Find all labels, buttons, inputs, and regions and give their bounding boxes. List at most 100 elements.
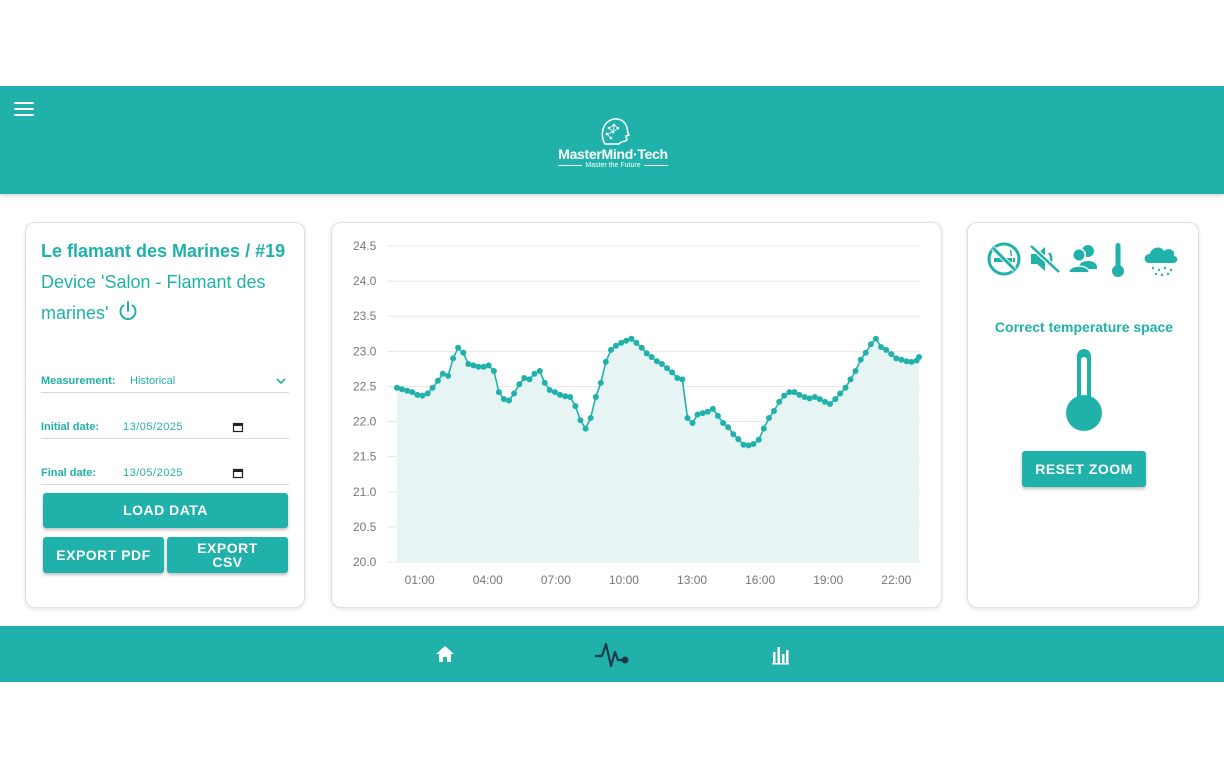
status-card: Correct temperature space RESET ZOOM [967, 222, 1199, 608]
series-area [397, 338, 919, 562]
export-csv-label-line2: CSV [212, 554, 243, 570]
bar-chart-icon[interactable] [770, 645, 790, 665]
data-point [485, 362, 492, 369]
final-date-field[interactable]: Final date: 13/05/2025 [41, 465, 289, 485]
data-point [460, 349, 467, 356]
final-date-label: Final date: [41, 467, 97, 479]
data-point [541, 379, 548, 386]
data-point [577, 417, 584, 424]
data-point [648, 354, 655, 360]
data-point [521, 375, 528, 381]
data-point [669, 369, 676, 376]
hamburger-menu-icon[interactable] [14, 102, 34, 118]
data-point [689, 420, 696, 426]
load-data-button[interactable]: LOAD DATA [43, 493, 288, 528]
data-point [439, 370, 446, 377]
data-point [709, 405, 716, 412]
data-point [852, 368, 859, 374]
data-point [500, 396, 507, 403]
initial-date-field[interactable]: Initial date: 13/05/2025 [41, 419, 289, 439]
data-point [735, 436, 742, 443]
logo-tagline: Master the Future [548, 162, 678, 169]
data-point [867, 341, 874, 348]
data-point [567, 394, 574, 400]
final-date-value: 13/05/2025 [123, 467, 184, 479]
data-point [883, 346, 890, 353]
data-point [643, 350, 650, 357]
data-point [445, 372, 452, 379]
data-point [633, 339, 640, 346]
data-point [628, 335, 635, 342]
data-point [582, 425, 589, 432]
data-point [720, 420, 727, 426]
data-point [857, 356, 864, 363]
data-point [399, 386, 405, 393]
y-tick-label: 20.5 [353, 520, 377, 534]
export-pdf-button[interactable]: EXPORT PDF [43, 537, 164, 573]
data-point [409, 389, 416, 396]
data-point [908, 358, 915, 365]
data-point [664, 365, 671, 372]
y-tick-label: 21.0 [353, 485, 377, 499]
brain-head-logo-icon [601, 118, 631, 145]
y-tick-label: 24.0 [353, 274, 377, 288]
data-point [638, 344, 645, 351]
data-point [916, 354, 922, 360]
data-point [842, 384, 849, 391]
x-tick-label: 16:00 [745, 573, 775, 587]
data-point [429, 384, 436, 391]
y-tick-label: 22.0 [353, 415, 377, 429]
data-point [526, 376, 533, 383]
x-tick-label: 13:00 [677, 573, 707, 587]
export-csv-label-line1: EXPORT [197, 540, 258, 556]
data-point [781, 392, 788, 399]
initial-date-label: Initial date: [41, 421, 100, 433]
initial-date-value: 13/05/2025 [123, 421, 184, 433]
y-tick-label: 20.0 [353, 555, 377, 569]
device-card: Le flamant des Marines / #19 Device 'Sal… [25, 222, 305, 608]
data-point [602, 358, 609, 365]
data-point [750, 441, 757, 447]
pulse-icon[interactable] [594, 638, 630, 670]
data-point [760, 425, 767, 432]
chevron-down-icon[interactable] [275, 375, 287, 387]
data-point [450, 355, 457, 362]
calendar-icon[interactable] [232, 467, 244, 479]
export-csv-button[interactable]: EXPORT CSV [167, 537, 288, 573]
people-icon [1068, 245, 1097, 273]
home-icon[interactable] [435, 644, 455, 664]
data-point [684, 415, 691, 421]
data-point [714, 412, 721, 419]
rain-cloud-icon [1144, 247, 1178, 277]
calendar-icon[interactable] [232, 421, 244, 433]
measurement-select[interactable]: Measurement: Historical [41, 373, 289, 393]
data-point [862, 349, 869, 356]
data-point [847, 376, 854, 383]
data-point [506, 397, 513, 404]
data-point [816, 396, 823, 403]
data-point [658, 361, 665, 367]
data-point [419, 392, 426, 399]
data-point [597, 379, 604, 386]
reset-zoom-button[interactable]: RESET ZOOM [1022, 451, 1146, 487]
data-point [613, 342, 619, 349]
bottom-nav [0, 626, 1224, 682]
temperature-chart[interactable]: 20.0 20.5 21.0 21.5 22.0 22.5 23.0 23.5 24.0 24.5… [332, 223, 943, 609]
data-point [536, 368, 543, 374]
thermometer-icon [1112, 243, 1124, 277]
data-point [694, 411, 701, 418]
data-point [490, 368, 497, 374]
x-tick-label: 04:00 [473, 573, 503, 587]
x-tick-label: 22:00 [881, 573, 911, 587]
y-tick-label: 23.5 [353, 309, 377, 323]
logo-name: MasterMind·Tech [558, 146, 668, 162]
power-icon[interactable] [117, 300, 139, 322]
y-tick-label: 23.0 [353, 344, 377, 358]
measurement-label: Measurement: [41, 375, 116, 387]
data-point [776, 398, 783, 405]
data-point [608, 346, 614, 353]
data-point [888, 351, 895, 358]
data-point [516, 381, 523, 388]
data-point [495, 389, 502, 396]
data-point [827, 401, 833, 407]
